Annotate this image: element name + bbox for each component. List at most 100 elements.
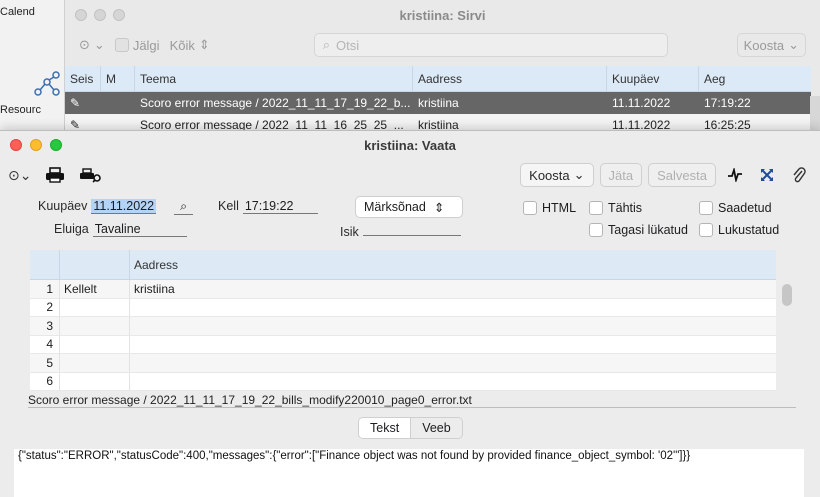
chevron-down-icon: ⌄ — [93, 37, 105, 52]
lifetime-field: Eluiga Tavaline — [54, 222, 187, 237]
row-subject: Scoro error message / 2022_11_11_17_19_2… — [140, 96, 411, 110]
print-preview-button[interactable] — [79, 167, 103, 183]
subject-divider — [28, 407, 796, 408]
row-address[interactable] — [130, 299, 776, 317]
close-button[interactable] — [10, 139, 22, 151]
date-field: Kuupäev 11.11.2022 ⌕ — [38, 199, 194, 215]
column-header-time[interactable]: Aeg — [699, 66, 811, 91]
row-number: 5 — [30, 354, 60, 372]
person-label: Isik — [340, 225, 359, 239]
locked-label: Lukustatud — [718, 223, 780, 237]
column-header-kind[interactable] — [60, 250, 130, 279]
ellipsis-circle-icon: ⊙ — [8, 166, 20, 183]
html-checkbox-box[interactable] — [523, 201, 537, 215]
row-kind — [60, 298, 130, 316]
view-window-titlebar[interactable]: kristiina: Vaata — [0, 131, 820, 159]
search-field[interactable]: ⌕ Otsi — [313, 33, 668, 57]
row-address: kristiina — [418, 96, 459, 110]
recalled-checkbox[interactable]: Tagasi lükatud — [589, 223, 688, 237]
row-address[interactable]: kristiina — [130, 280, 776, 298]
minimize-button[interactable] — [30, 139, 42, 151]
html-checkbox[interactable]: HTML — [523, 201, 576, 215]
column-header-m[interactable]: M — [101, 66, 135, 91]
zoom-button[interactable] — [113, 9, 125, 21]
keywords-select[interactable]: Märksõnad ⇕ — [355, 196, 463, 218]
browse-window-titlebar[interactable]: kristiina: Sirvi — [65, 0, 820, 30]
desktop-calendar-label[interactable]: Calend — [0, 6, 35, 18]
tab-text[interactable]: Tekst — [359, 418, 411, 438]
save-button[interactable]: Salvesta — [648, 163, 716, 187]
scope-label: Kõik — [169, 37, 195, 53]
sent-checkbox[interactable]: Saadetud — [699, 201, 772, 215]
address-grid-header: Aadress — [30, 250, 776, 280]
table-row[interactable]: 6 — [30, 372, 776, 391]
sent-label: Saadetud — [718, 201, 772, 215]
follow-toggle[interactable]: Jälgi — [114, 38, 160, 53]
locked-checkbox[interactable]: Lukustatud — [699, 223, 779, 237]
follow-checkbox[interactable] — [114, 38, 129, 52]
address-grid-scrollbar[interactable] — [782, 284, 792, 306]
row-address[interactable] — [130, 317, 776, 335]
compose-menu-button[interactable]: Koosta ⌄ — [736, 33, 806, 57]
row-date: 11.11.2022 — [612, 96, 671, 110]
column-header-number[interactable] — [30, 250, 60, 279]
address-grid-body: 1 Kellelt kristiina 2 3 4 5 6 — [30, 280, 776, 391]
table-row[interactable]: ✎ Scoro error message / 2022_11_11_17_19… — [65, 92, 811, 114]
desktop-resources-label[interactable]: Resourc — [0, 104, 41, 116]
message-body[interactable]: {"status":"ERROR","statusCode":400,"mess… — [14, 449, 804, 497]
row-kind: Kellelt — [60, 280, 130, 298]
close-button[interactable] — [75, 9, 87, 21]
important-label: Tähtis — [608, 201, 643, 215]
time-label: Kell — [218, 199, 239, 213]
table-row[interactable]: 4 — [30, 335, 776, 354]
scope-select[interactable]: Kõik ⇕ — [170, 37, 210, 53]
important-checkbox[interactable]: Tähtis — [589, 201, 642, 215]
more-menu-button[interactable]: ⊙ ⌄ — [79, 37, 105, 53]
attach-button[interactable] — [786, 166, 812, 184]
keywords-label: Märksõnad — [364, 200, 426, 214]
resources-network-icon[interactable] — [32, 70, 62, 100]
person-input[interactable] — [362, 222, 461, 236]
table-row[interactable]: 1 Kellelt kristiina — [30, 280, 776, 299]
subject-field[interactable]: Scoro error message / 2022_11_11_17_19_2… — [28, 393, 472, 407]
column-header-address[interactable]: Aadress — [130, 250, 776, 279]
minimize-button[interactable] — [94, 9, 106, 21]
discard-button[interactable]: Jäta — [599, 163, 643, 187]
row-address[interactable] — [130, 336, 776, 354]
compose-menu-button[interactable]: Koosta ⌄ — [520, 163, 594, 187]
row-address[interactable] — [130, 373, 776, 391]
table-row[interactable]: 5 — [30, 354, 776, 373]
table-row[interactable]: 3 — [30, 317, 776, 336]
sent-checkbox-box[interactable] — [699, 201, 713, 215]
view-window-controls — [10, 139, 62, 151]
more-menu-button[interactable]: ⊙ ⌄ — [8, 167, 31, 184]
time-input[interactable]: 17:19:22 — [242, 199, 318, 214]
column-header-address[interactable]: Aadress — [413, 66, 607, 91]
column-header-subject[interactable]: Teema — [135, 66, 413, 91]
row-address[interactable] — [130, 354, 776, 372]
column-header-date[interactable]: Kuupäev — [607, 66, 699, 91]
message-list-header: Seis M Teema Aadress Kuupäev Aeg — [65, 66, 811, 92]
lifetime-input[interactable]: Tavaline — [92, 222, 187, 237]
search-placeholder: Otsi — [336, 37, 360, 53]
recalled-checkbox-box[interactable] — [589, 223, 603, 237]
important-checkbox-box[interactable] — [589, 201, 603, 215]
tab-web[interactable]: Veeb — [410, 418, 462, 438]
body-view-tabs: Tekst Veeb — [358, 417, 463, 439]
locked-checkbox-box[interactable] — [699, 223, 713, 237]
activity-icon — [728, 168, 742, 182]
time-field: Kell 17:19:22 — [218, 199, 318, 214]
activity-button[interactable] — [722, 168, 748, 182]
print-button[interactable] — [45, 167, 65, 183]
lifetime-label: Eluiga — [54, 222, 89, 236]
column-header-status[interactable]: Seis — [65, 66, 101, 91]
expand-button[interactable] — [754, 167, 780, 183]
row-number: 1 — [30, 280, 60, 298]
table-row[interactable]: 2 — [30, 298, 776, 317]
expand-arrows-icon — [761, 169, 773, 181]
row-mark-cell — [101, 92, 135, 114]
date-lookup-icon[interactable]: ⌕ — [174, 199, 194, 215]
row-kind — [60, 335, 130, 353]
date-input[interactable]: 11.11.2022 — [91, 199, 157, 214]
zoom-button[interactable] — [50, 139, 62, 151]
